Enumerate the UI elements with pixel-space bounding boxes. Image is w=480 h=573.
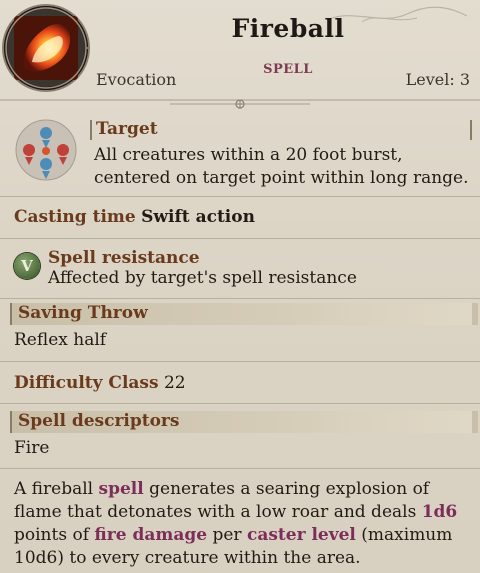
spell-level: Level: 3: [405, 70, 470, 89]
spell-descriptors-label: Spell descriptors: [18, 411, 180, 431]
divider: [0, 468, 480, 469]
saving-throw-label: Saving Throw: [18, 303, 148, 323]
divider: [0, 298, 480, 299]
difficulty-class-value: 22: [163, 373, 186, 393]
spell-descriptors-header: Spell descriptors: [10, 411, 478, 433]
difficulty-class-row: Difficulty Class 22: [14, 372, 186, 395]
keyword-link-dice[interactable]: 1d6: [422, 502, 458, 522]
spell-descriptors-value: Fire: [14, 438, 50, 458]
spell-title: Fireball: [231, 14, 345, 43]
casting-time-label: Casting time: [14, 207, 136, 227]
spell-tooltip: Fireball SPELL Evocation Level: 3 Target…: [0, 0, 480, 573]
area-target-icon: [15, 119, 77, 181]
saving-throw-header: Saving Throw: [10, 303, 478, 325]
spell-resistance-label: Spell resistance: [48, 248, 200, 268]
divider: [0, 238, 480, 239]
description-text: A fireball: [14, 479, 99, 499]
fireball-icon: [4, 6, 88, 90]
target-text: All creatures within a 20 foot burst, ce…: [94, 145, 469, 188]
spell-resistance-text: Affected by target's spell resistance: [48, 268, 357, 288]
description-text: per: [207, 525, 247, 545]
keyword-link-caster-level[interactable]: caster level: [247, 525, 356, 545]
casting-time-value: Swift action: [141, 207, 255, 227]
keyword-link-spell[interactable]: spell: [99, 479, 144, 499]
spell-header: Fireball SPELL Evocation Level: 3: [0, 0, 480, 109]
difficulty-class-label: Difficulty Class: [14, 373, 159, 393]
spell-description: A fireball spell generates a searing exp…: [14, 478, 470, 570]
keyword-link-fire-damage[interactable]: fire damage: [94, 525, 207, 545]
divider: [0, 361, 480, 362]
description-text: points of: [14, 525, 95, 545]
spell-resistance-icon: V: [14, 253, 40, 279]
divider: [0, 196, 480, 197]
target-label: Target: [96, 119, 158, 139]
divider: [0, 403, 480, 404]
saving-throw-value: Reflex half: [14, 330, 107, 350]
ornamental-divider: [0, 99, 480, 109]
casting-time-row: Casting time Swift action: [14, 206, 255, 229]
spell-school: Evocation: [96, 70, 177, 89]
